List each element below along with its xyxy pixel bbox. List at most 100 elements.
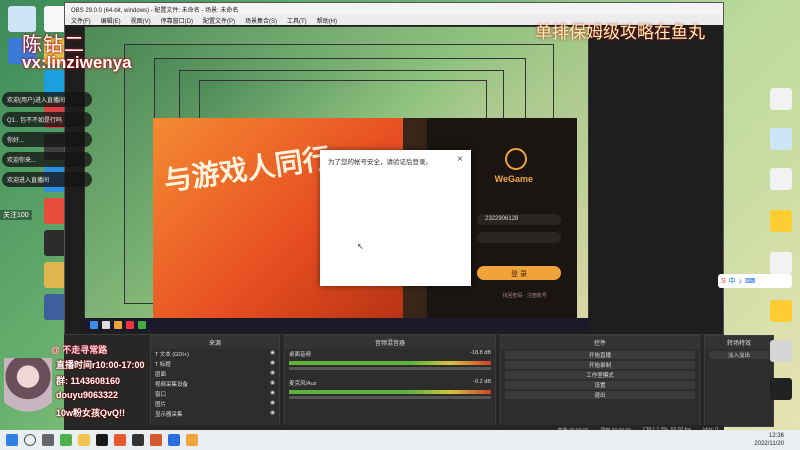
source-item[interactable]: 视频采集设备 ◉	[151, 379, 279, 389]
eye-icon[interactable]: ◉	[270, 360, 275, 368]
exit-button[interactable]: 退出	[505, 391, 695, 399]
menu-tools[interactable]: 工具(T)	[287, 16, 307, 25]
obs-title-bar: OBS 29.0.0 (64-bit, windows) - 配置文件: 未命名…	[65, 3, 723, 15]
app-icon[interactable]	[770, 300, 792, 322]
ime-label[interactable]: 中	[729, 276, 736, 286]
audio-meter	[289, 361, 491, 365]
app-icon	[114, 320, 122, 329]
mic-icon[interactable]: ♪	[739, 278, 743, 285]
file-icon[interactable]	[770, 168, 792, 190]
source-label: 窗口	[155, 392, 167, 398]
eye-icon[interactable]: ◉	[270, 400, 275, 408]
menu-file[interactable]: 文件(F)	[71, 16, 91, 25]
file-icon[interactable]	[770, 252, 792, 274]
overlay-line: douyu9063322	[56, 390, 119, 400]
app-icon[interactable]	[114, 434, 126, 446]
studio-mode-button[interactable]: 工作室模式	[505, 371, 695, 379]
transitions-header: 转场特效	[705, 336, 773, 349]
wegame-icon[interactable]	[186, 434, 198, 446]
source-item[interactable]: 窗口 ◉	[151, 389, 279, 399]
sources-dock: 来源 T 文本 (GDI+) ◉ T 标题 ◉ 层面 ◉ 视频采集设备 ◉ 窗口 ◉ 图片…	[150, 335, 280, 427]
start-streaming-button[interactable]: 开始直播	[505, 351, 695, 359]
controls-dock: 控件 开始直播 开始录制 工作室模式 设置 退出	[500, 335, 700, 427]
follower-tip: 关注100	[0, 210, 32, 220]
source-label: 视频采集设备	[155, 382, 189, 388]
taskbar-clock[interactable]: 12:36 2022/11/20	[754, 432, 784, 448]
verify-dialog: 为了您的帐号安全，请验证后登录。 ×	[320, 150, 471, 286]
menu-scene-collection[interactable]: 场景集合(S)	[245, 16, 277, 25]
source-item[interactable]: 图片 ◉	[151, 399, 279, 409]
overlay-line: 群: 1143608160	[56, 376, 121, 386]
password-field[interactable]	[477, 232, 561, 243]
windows-taskbar: 12:36 2022/11/20	[0, 430, 800, 450]
app-icon	[126, 320, 134, 329]
sogou-icon: S	[721, 277, 726, 285]
preview-taskbar	[84, 318, 589, 331]
app-icon[interactable]	[150, 434, 162, 446]
keyboard-icon[interactable]: ⌨	[745, 277, 755, 285]
windows-start-icon	[90, 320, 98, 329]
app-icon[interactable]	[168, 434, 180, 446]
ime-toolbar[interactable]: S 中 ♪ ⌨	[718, 274, 792, 288]
folder-icon[interactable]	[78, 434, 90, 446]
source-item[interactable]: T 标题 ◉	[151, 359, 279, 369]
settings-button[interactable]: 设置	[505, 381, 695, 389]
top-marquee-text: 单排保姆级攻略在鱼丸	[535, 23, 705, 43]
start-recording-button[interactable]: 开始录制	[505, 361, 695, 369]
windows-start-icon[interactable]	[6, 434, 18, 446]
source-label: T 标题	[155, 362, 171, 368]
source-label: 层面	[155, 372, 167, 378]
overlay-line: 10w粉女孩QvQ!!	[56, 408, 126, 418]
login-button[interactable]: 登 录	[477, 266, 561, 280]
close-icon[interactable]: ×	[457, 154, 463, 165]
mixer-track: 麦克风/Aux -0.2 dB	[285, 378, 495, 388]
volume-slider[interactable]	[289, 396, 491, 399]
chat-message: 欢迎进入直播间	[2, 172, 92, 187]
menu-help[interactable]: 帮助(H)	[317, 16, 337, 25]
avatar	[4, 358, 52, 420]
mouse-cursor-icon: ↖	[357, 242, 364, 251]
transition-select[interactable]: 淡入淡出	[709, 351, 769, 359]
eye-icon[interactable]: ◉	[270, 370, 275, 378]
source-item[interactable]: 显示器采集 ◉	[151, 409, 279, 419]
menu-view[interactable]: 视图(V)	[131, 16, 151, 25]
eye-icon[interactable]: ◉	[270, 390, 275, 398]
menu-edit[interactable]: 编辑(E)	[101, 16, 121, 25]
app-icon[interactable]	[770, 210, 792, 232]
account-field[interactable]: 2322906128	[477, 214, 561, 225]
volume-slider[interactable]	[289, 367, 491, 370]
source-item[interactable]: 层面 ◉	[151, 369, 279, 379]
app-icon	[138, 320, 146, 329]
track-level: -18.8 dB	[470, 350, 491, 356]
search-icon[interactable]	[24, 434, 36, 446]
overlay-line: 直播时间r10:00-17:00	[56, 360, 145, 370]
browser-icon[interactable]	[60, 434, 72, 446]
eye-icon[interactable]: ◉	[270, 410, 275, 418]
mixer-track: 桌面音频 -18.8 dB	[285, 349, 495, 359]
menu-profile[interactable]: 配置文件(P)	[203, 16, 235, 25]
launcher-slogan: 与游戏人同行	[161, 141, 333, 198]
app-icon[interactable]	[770, 340, 792, 362]
source-label: T 文本 (GDI+)	[155, 352, 189, 358]
app-icon[interactable]	[96, 434, 108, 446]
chat-message: 欢迎你来...	[2, 152, 92, 167]
file-icon[interactable]	[770, 88, 792, 110]
app-icon[interactable]	[770, 378, 792, 400]
source-label: 图片	[155, 402, 167, 408]
source-label: 显示器采集	[155, 412, 183, 418]
mixer-dock: 音频混音器 桌面音频 -18.8 dB 麦克风/Aux -0.2 dB	[284, 335, 496, 427]
track-label: 桌面音频	[289, 352, 312, 358]
verify-dialog-title: 为了您的帐号安全，请验证后登录。	[328, 159, 432, 166]
task-view-icon[interactable]	[42, 434, 54, 446]
obs-icon[interactable]	[132, 434, 144, 446]
menu-docks[interactable]: 停靠窗口(D)	[161, 16, 193, 25]
source-item[interactable]: T 文本 (GDI+) ◉	[151, 349, 279, 359]
wegame-logo-icon	[505, 148, 527, 170]
chat-message: 你好...	[2, 132, 92, 147]
app-icon[interactable]	[770, 128, 792, 150]
eye-icon[interactable]: ◉	[270, 350, 275, 358]
eye-icon[interactable]: ◉	[270, 380, 275, 388]
controls-header: 控件	[501, 336, 699, 349]
track-level: -0.2 dB	[473, 379, 491, 385]
login-sub-links[interactable]: 找回密码 · 注册账号	[503, 292, 547, 299]
